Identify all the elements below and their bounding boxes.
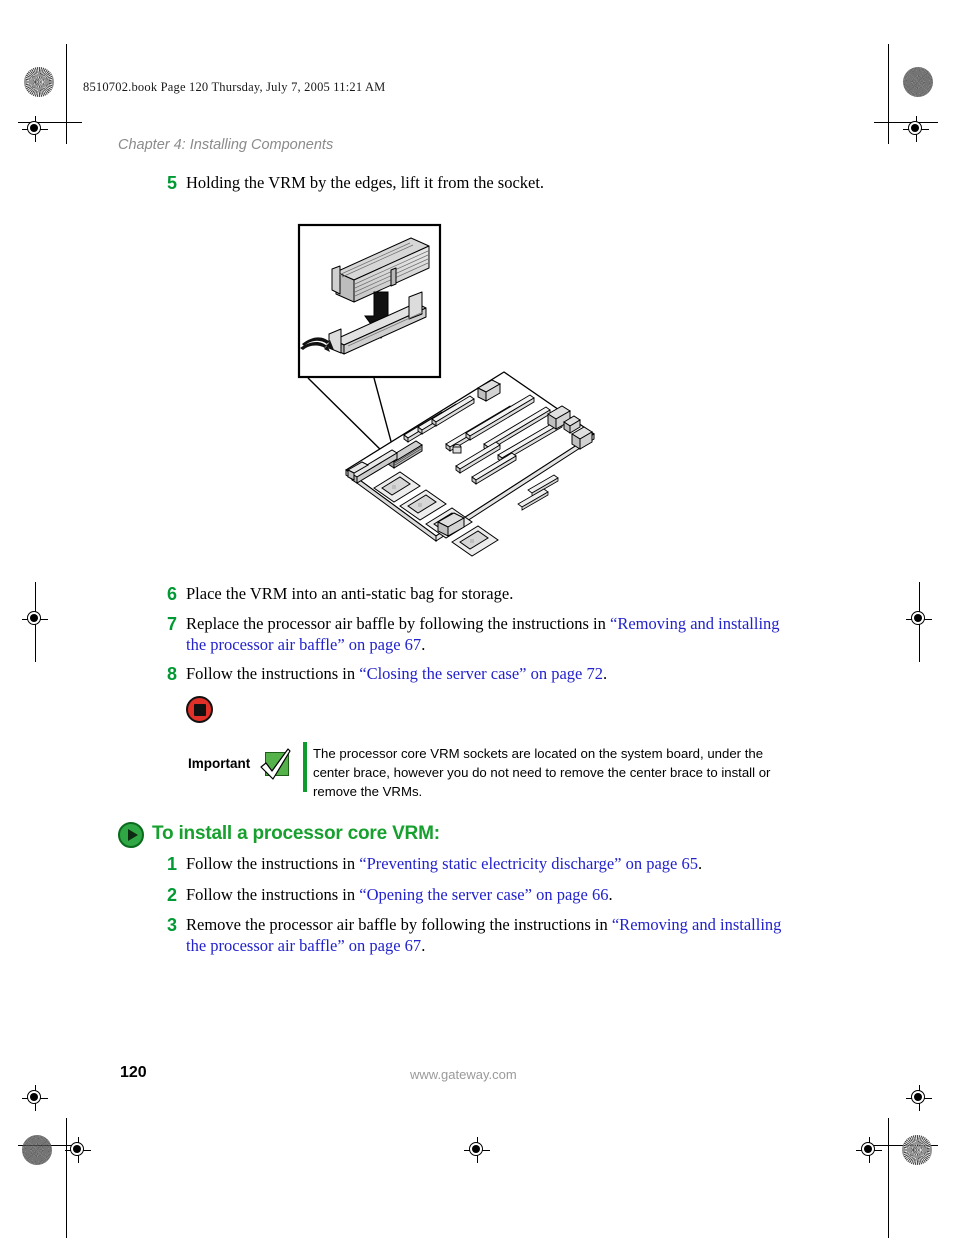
step-text: Replace the processor air baffle by foll… bbox=[186, 613, 795, 656]
step-3: 3 Remove the processor air baffle by fol… bbox=[155, 914, 795, 957]
step-2: 2 Follow the instructions in “Opening th… bbox=[155, 884, 835, 907]
section-heading: To install a processor core VRM: bbox=[152, 823, 440, 844]
page-number: 120 bbox=[120, 1064, 147, 1081]
step-text: Follow the instructions in “Opening the … bbox=[186, 884, 613, 905]
step-text-pre: Replace the processor air baffle by foll… bbox=[186, 614, 610, 633]
green-checkmark-icon bbox=[259, 748, 292, 781]
step-number: 6 bbox=[166, 584, 177, 604]
vrm-removal-illustration bbox=[296, 222, 646, 572]
step-8: 8 Follow the instructions in “Closing th… bbox=[155, 663, 815, 686]
cross-reference-link[interactable]: “Preventing static electricity discharge… bbox=[359, 854, 698, 873]
registration-target-icon bbox=[22, 606, 48, 632]
step-text-post: . bbox=[697, 854, 703, 873]
book-header-line: 8510702.book Page 120 Thursday, July 7, … bbox=[83, 80, 386, 94]
step-text-post: . bbox=[603, 664, 608, 683]
cross-reference-link[interactable]: “Opening the server case” on page 66 bbox=[359, 885, 608, 904]
step-text-post: . bbox=[421, 635, 426, 655]
step-number: 8 bbox=[166, 664, 177, 684]
density-patch-icon bbox=[902, 1135, 932, 1165]
step-text-pre: Follow the instructions in bbox=[186, 854, 360, 873]
registration-target-icon bbox=[22, 116, 48, 142]
step-5: 5 Holding the VRM by the edges, lift it … bbox=[155, 172, 815, 195]
important-text: The processor core VRM sockets are locat… bbox=[313, 746, 771, 800]
step-text-pre: Follow the instructions in bbox=[186, 885, 360, 904]
cross-reference-link[interactable]: “Closing the server case” on page 72 bbox=[359, 664, 603, 683]
step-number: 2 bbox=[166, 885, 177, 905]
step-number: 3 bbox=[166, 915, 177, 935]
step-text-pre: Remove the processor air baffle by follo… bbox=[186, 915, 612, 934]
step-1: 1 Follow the instructions in “Preventing… bbox=[155, 853, 835, 876]
density-patch-icon bbox=[903, 67, 933, 97]
step-7: 7 Replace the processor air baffle by fo… bbox=[155, 613, 795, 656]
chapter-title: Chapter 4: Installing Components bbox=[118, 137, 334, 153]
step-text: Remove the processor air baffle by follo… bbox=[186, 914, 795, 957]
important-label: Important bbox=[188, 756, 251, 771]
step-text-post: . bbox=[421, 936, 426, 956]
step-text-pre: Follow the instructions in bbox=[186, 664, 360, 683]
density-patch-icon bbox=[24, 67, 54, 97]
density-patch-icon bbox=[22, 1135, 52, 1165]
registration-target-icon bbox=[22, 1085, 48, 1111]
step-text: Follow the instructions in “Closing the … bbox=[186, 663, 607, 684]
registration-target-icon bbox=[856, 1137, 882, 1163]
registration-target-icon bbox=[903, 116, 929, 142]
step-text-post: . bbox=[608, 885, 613, 904]
stop-circle-icon bbox=[186, 696, 213, 723]
printed-page: 8510702.book Page 120 Thursday, July 7, … bbox=[0, 0, 954, 1238]
note-accent-bar bbox=[303, 742, 307, 792]
step-6: 6 Place the VRM into an anti-static bag … bbox=[155, 583, 815, 606]
play-circle-icon bbox=[118, 822, 144, 848]
step-number: 7 bbox=[166, 614, 177, 634]
step-number: 1 bbox=[166, 854, 177, 874]
registration-target-icon bbox=[464, 1137, 490, 1163]
step-text: Place the VRM into an anti-static bag fo… bbox=[186, 584, 514, 603]
registration-target-icon bbox=[906, 606, 932, 632]
step-text: Follow the instructions in “Preventing s… bbox=[186, 853, 702, 874]
registration-target-icon bbox=[65, 1137, 91, 1163]
registration-target-icon bbox=[906, 1085, 932, 1111]
step-text: Holding the VRM by the edges, lift it fr… bbox=[186, 173, 545, 192]
footer-website: www.gateway.com bbox=[410, 1067, 517, 1082]
step-number: 5 bbox=[166, 173, 177, 193]
